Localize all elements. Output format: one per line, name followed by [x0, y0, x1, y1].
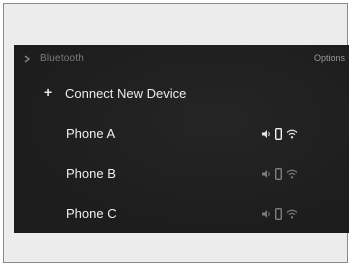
device-status-icons	[262, 208, 298, 220]
phone-icon	[275, 168, 282, 180]
phone-icon	[275, 128, 282, 140]
wifi-icon	[286, 129, 298, 139]
device-row-phone-a[interactable]: Phone A	[14, 118, 349, 148]
infotainment-screen: Bluetooth Options + Connect New Device P…	[14, 45, 349, 233]
device-name: Phone B	[66, 166, 116, 181]
wifi-icon	[286, 169, 298, 179]
device-row-phone-c[interactable]: Phone C	[14, 198, 349, 228]
chevron-right-icon[interactable]	[22, 54, 32, 64]
audio-icon	[262, 210, 270, 218]
device-name: Phone C	[66, 206, 117, 221]
plus-icon: +	[44, 84, 53, 100]
device-row-phone-b[interactable]: Phone B	[14, 158, 349, 188]
audio-icon	[262, 130, 270, 138]
options-button[interactable]: Options	[314, 53, 345, 63]
wifi-icon	[286, 209, 298, 219]
screenshot-frame: Bluetooth Options + Connect New Device P…	[3, 3, 349, 263]
audio-icon	[262, 170, 270, 178]
device-name: Phone A	[66, 126, 116, 141]
connect-new-device-button[interactable]: + Connect New Device	[14, 79, 349, 107]
top-bar: Bluetooth Options	[14, 45, 349, 73]
device-status-icons	[262, 168, 298, 180]
connect-new-device-label: Connect New Device	[65, 86, 187, 101]
breadcrumb: Bluetooth	[40, 53, 85, 64]
phone-icon	[275, 208, 282, 220]
device-status-icons	[262, 128, 298, 140]
